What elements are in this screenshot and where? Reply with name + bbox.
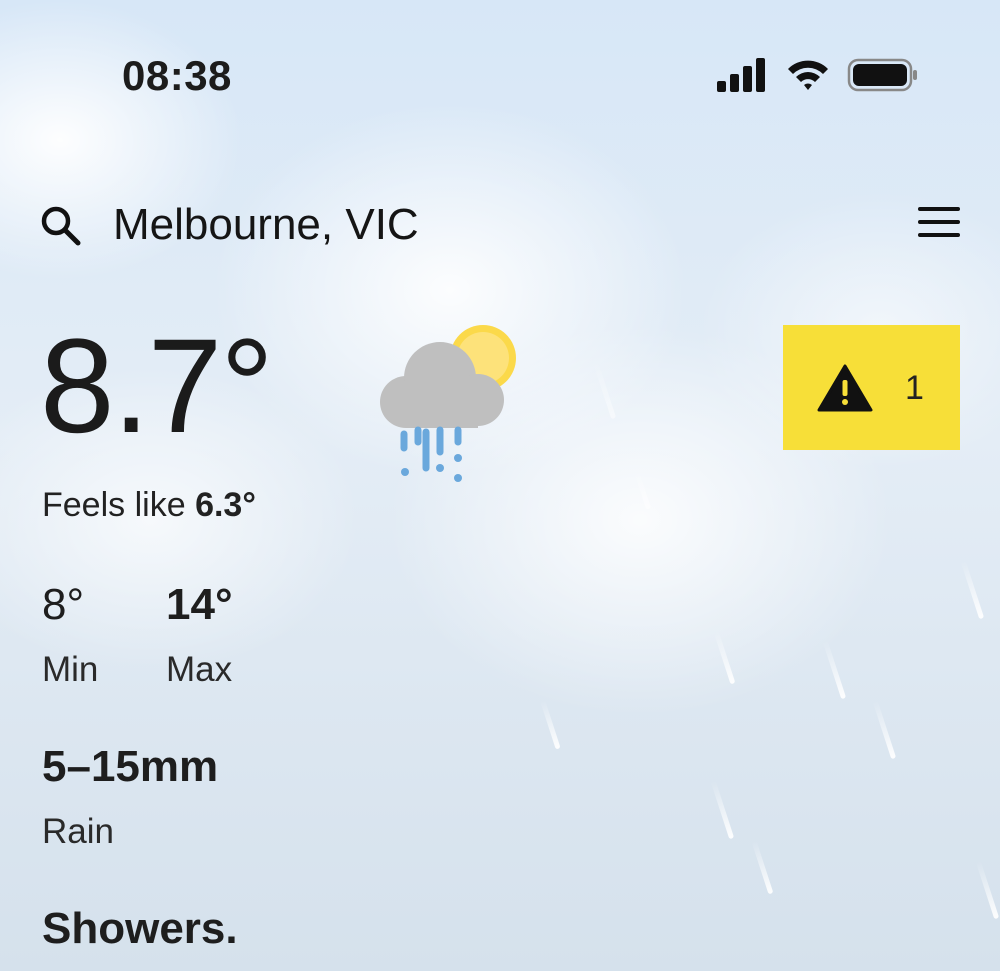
warning-triangle-icon: [817, 364, 873, 412]
status-time: 08:38: [122, 52, 232, 99]
min-temp-label: Min: [42, 650, 99, 689]
feels-like-label: Feels like: [42, 486, 186, 524]
cellular-signal-icon: [717, 58, 765, 92]
forecast-summary: Showers.: [42, 904, 238, 953]
hamburger-menu-icon[interactable]: [918, 205, 960, 239]
max-temp-value: 14°: [166, 580, 233, 629]
feels-like: Feels like 6.3°: [42, 486, 256, 525]
rain-amount-label: Rain: [42, 812, 114, 851]
location-title[interactable]: Melbourne, VIC: [113, 200, 419, 250]
wifi-icon: [788, 60, 828, 90]
rain-amount-value: 5–15mm: [42, 742, 219, 791]
current-temperature: 8.7°: [40, 312, 274, 461]
search-icon[interactable]: [38, 203, 82, 247]
warning-count: 1: [905, 369, 924, 407]
min-temp-value: 8°: [42, 580, 85, 629]
max-temp-label: Max: [166, 650, 233, 689]
feels-like-value: 6.3°: [195, 486, 256, 524]
rain-showers-partly-sunny-icon: [380, 325, 516, 482]
warnings-button[interactable]: 1: [783, 325, 960, 450]
battery-icon: [847, 58, 917, 92]
